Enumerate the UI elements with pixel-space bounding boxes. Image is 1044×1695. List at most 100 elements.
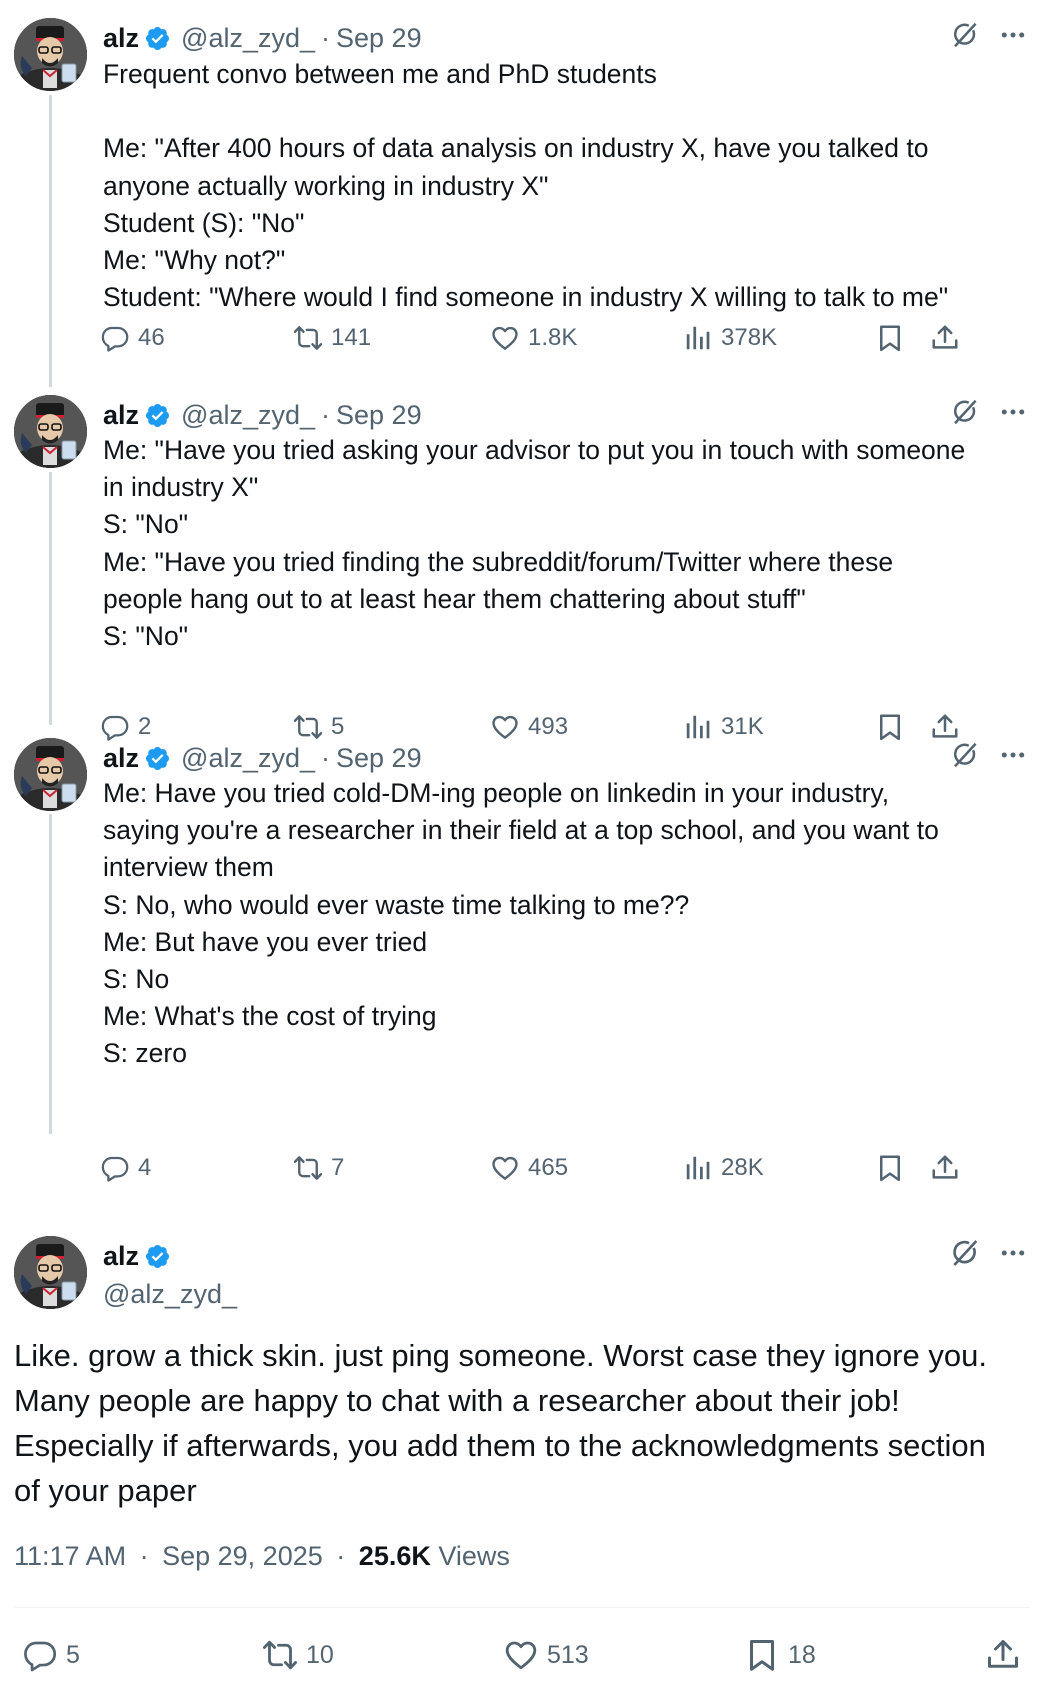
tweet-header: alz @alz_zyd_ · Sep 29 [103,395,422,435]
reply-count: 2 [138,713,152,740]
author-handle[interactable]: @alz_zyd_ [181,743,315,774]
reply-count: 4 [138,1154,152,1181]
bookmark-button[interactable]: 18 [744,1630,816,1680]
author-name[interactable]: alz [103,400,139,431]
repost-button[interactable]: 10 [262,1630,334,1680]
avatar[interactable] [14,395,87,468]
tweet-text: Frequent convo between me and PhD studen… [103,59,949,313]
reply-button[interactable]: 4 [100,1148,151,1188]
share-button[interactable] [930,318,960,358]
post-time[interactable]: 11:17 AM [14,1541,126,1571]
main-post-header: alz [103,1236,181,1276]
tweet-date[interactable]: Sep 29 [336,743,422,774]
tweet-actions: 46 141 1.8K 378K [100,318,1035,358]
share-icon [930,323,960,353]
reply-icon [100,1153,130,1183]
repost-count: 5 [331,713,345,740]
like-count: 465 [528,1154,569,1181]
reply-button[interactable]: 5 [22,1630,80,1680]
separator: · [321,22,331,53]
tweet-header: alz @alz_zyd_ · Sep 29 [103,18,422,58]
share-button[interactable] [930,1148,960,1188]
bookmark-button[interactable] [875,1148,905,1188]
like-icon [490,323,520,353]
grok-icon[interactable] [947,1235,983,1271]
bookmark-icon [875,323,905,353]
repost-icon [293,323,323,353]
more-dots-icon[interactable] [995,1235,1031,1271]
verified-badge-icon[interactable] [144,1243,171,1270]
views-button[interactable]: 378K [683,318,777,358]
main-post-actions: 5 10 513 18 [0,1630,1044,1680]
repost-button[interactable]: 7 [293,1148,344,1188]
tweet-text: Me: Have you tried cold-DM-ing people on… [103,778,939,1069]
like-button[interactable]: 513 [503,1630,589,1680]
repost-icon [293,1153,323,1183]
grok-icon[interactable] [947,17,983,53]
more-dots-icon[interactable] [995,394,1031,430]
views-button[interactable]: 28K [683,1148,764,1188]
repost-count: 10 [306,1640,334,1669]
grok-icon[interactable] [947,737,983,773]
views-count[interactable]: 25.6K [359,1541,431,1571]
reply-count: 5 [66,1640,80,1669]
tweet-header: alz @alz_zyd_ · Sep 29 [103,738,422,778]
like-count: 1.8K [528,324,578,351]
avatar[interactable] [14,1236,87,1309]
like-count: 493 [528,713,569,740]
avatar-image [14,395,87,468]
views-label: Views [438,1541,510,1571]
avatar[interactable] [14,738,87,811]
divider [14,1607,1030,1608]
bookmark-icon [875,1153,905,1183]
reply-button[interactable]: 46 [100,318,165,358]
views-count: 378K [721,324,778,351]
tweet-date[interactable]: Sep 29 [336,400,422,431]
like-icon [503,1637,539,1673]
author-name[interactable]: alz [103,1241,139,1272]
post-date[interactable]: Sep 29, 2025 [162,1541,323,1571]
author-name[interactable]: alz [103,743,139,774]
separator: · [139,1541,149,1571]
verified-badge-icon[interactable] [144,402,171,429]
separator: · [321,399,331,430]
thread-line [49,814,52,1134]
thread-line [49,95,52,387]
repost-button[interactable]: 141 [293,318,371,358]
views-button[interactable]: 31K [683,707,764,747]
like-icon [490,712,520,742]
author-name[interactable]: alz [103,23,139,54]
tweet-date[interactable]: Sep 29 [336,23,422,54]
repost-count: 141 [331,324,372,351]
like-button[interactable]: 493 [490,707,568,747]
author-handle[interactable]: @alz_zyd_ [181,400,315,431]
views-icon [683,712,713,742]
views-count: 31K [721,713,764,740]
author-handle[interactable]: @alz_zyd_ [103,1279,237,1310]
avatar-image [14,18,87,91]
bookmark-count: 18 [788,1640,816,1669]
bookmark-button[interactable] [875,707,905,747]
views-icon [683,1153,713,1183]
share-icon [985,1637,1021,1673]
like-button[interactable]: 1.8K [490,318,577,358]
avatar[interactable] [14,18,87,91]
repost-icon [262,1637,298,1673]
verified-badge-icon[interactable] [144,25,171,52]
avatar-image [14,738,87,811]
author-handle[interactable]: @alz_zyd_ [181,23,315,54]
tweet-text: Me: "Have you tried asking your advisor … [103,435,966,652]
like-button[interactable]: 465 [490,1148,568,1188]
like-icon [490,1153,520,1183]
share-button[interactable] [985,1630,1021,1680]
grok-icon[interactable] [947,394,983,430]
views-icon [683,323,713,353]
main-post-text: Like. grow a thick skin. just ping someo… [14,1338,987,1508]
views-count: 28K [721,1154,764,1181]
reply-count: 46 [138,324,165,351]
more-dots-icon[interactable] [995,737,1031,773]
bookmark-button[interactable] [875,318,905,358]
more-dots-icon[interactable] [995,17,1031,53]
post-meta: 11:17 AM · Sep 29, 2025 · 25.6K Views [14,1541,510,1572]
verified-badge-icon[interactable] [144,745,171,772]
